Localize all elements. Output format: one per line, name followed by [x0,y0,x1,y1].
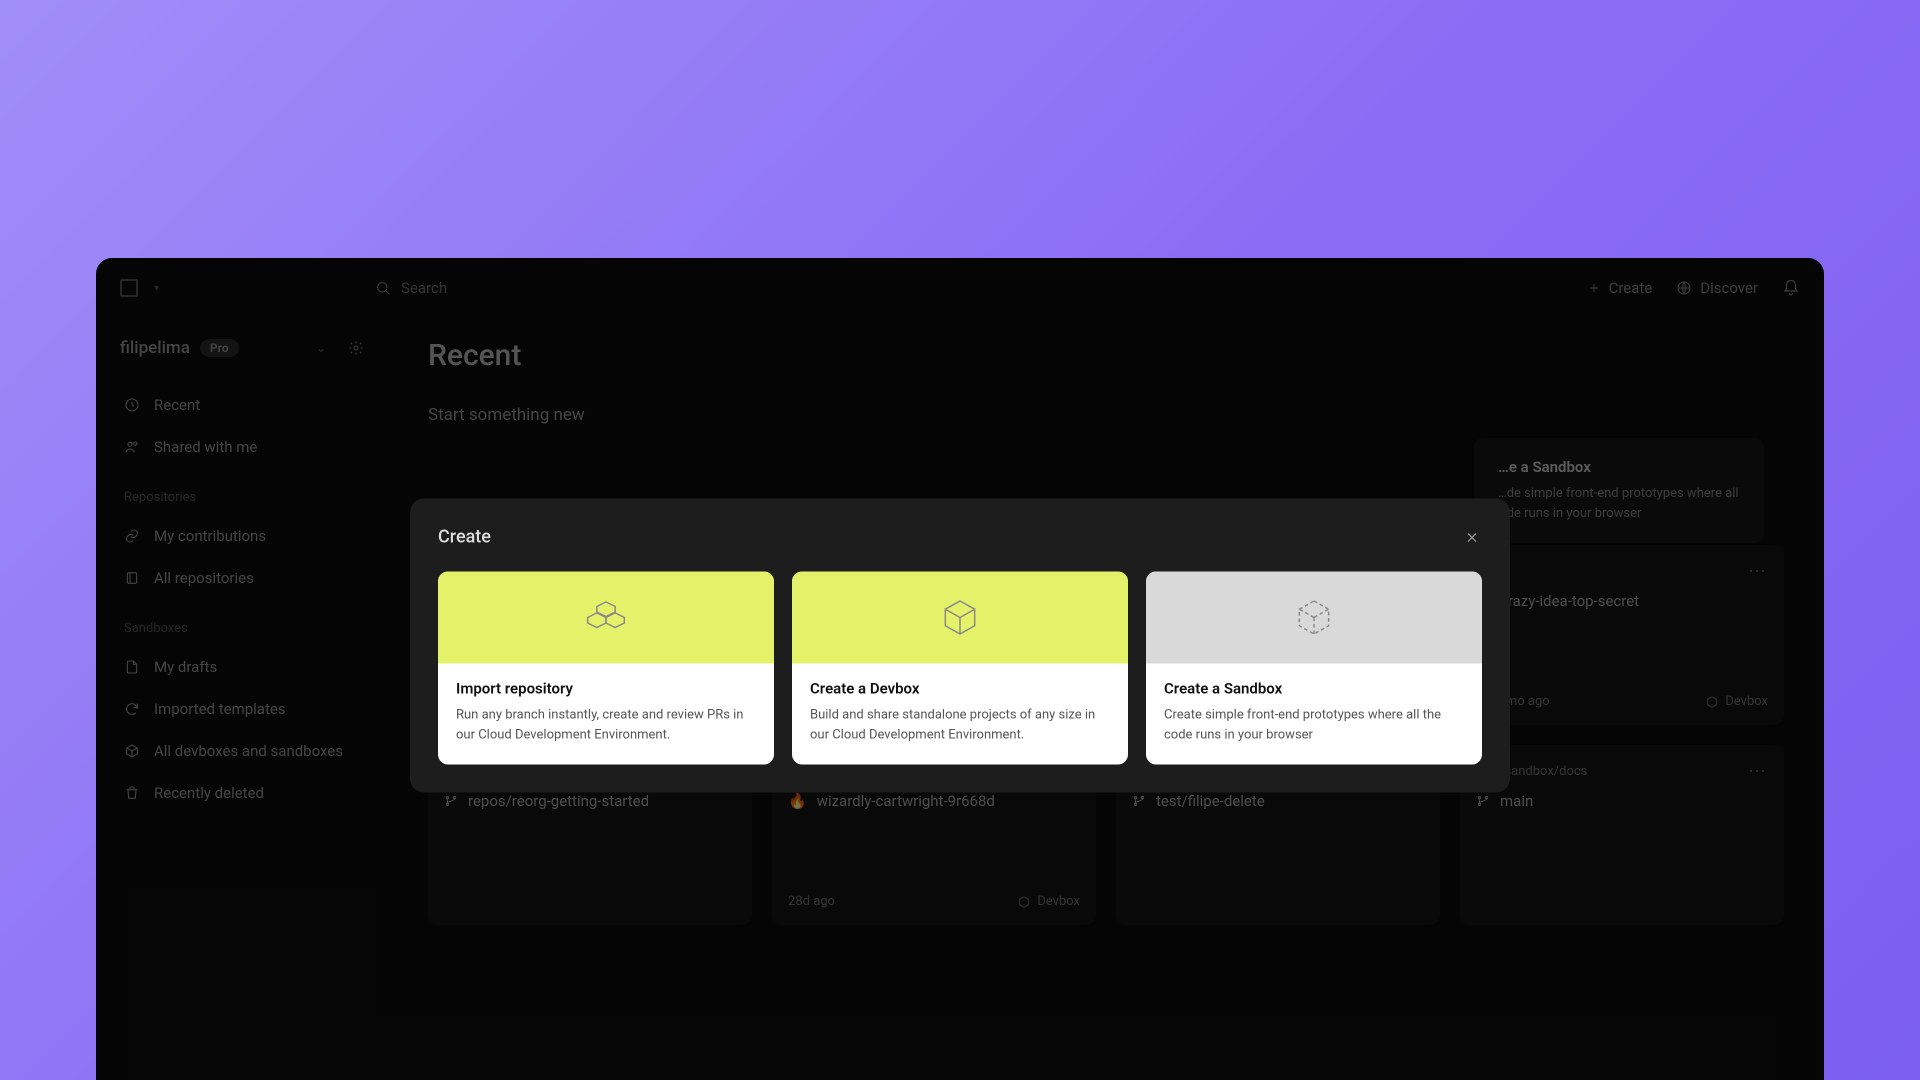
import-repository-card[interactable]: Import repository Run any branch instant… [438,571,774,764]
card-hero [1146,571,1482,663]
card-desc: Run any branch instantly, create and rev… [456,705,756,744]
card-hero [792,571,1128,663]
modal-header: Create [438,526,1482,547]
card-desc: Build and share standalone projects of a… [810,705,1110,744]
close-button[interactable] [1462,527,1482,547]
create-sandbox-card[interactable]: Create a Sandbox Create simple front-end… [1146,571,1482,764]
create-modal: Create Import repository Run any branch … [410,498,1510,792]
modal-cards: Import repository Run any branch instant… [438,571,1482,764]
modal-title: Create [438,526,491,547]
boxes-icon [584,595,628,639]
app-window: ▾ Create Discover filipelima Pro ⌄ [96,258,1824,1080]
close-icon [1464,529,1480,545]
card-desc: Create simple front-end prototypes where… [1164,705,1464,744]
card-title: Create a Devbox [810,679,1110,697]
create-devbox-card[interactable]: Create a Devbox Build and share standalo… [792,571,1128,764]
cube-icon [938,595,982,639]
card-title: Create a Sandbox [1164,679,1464,697]
dashed-cube-icon [1292,595,1336,639]
card-hero [438,571,774,663]
card-title: Import repository [456,679,756,697]
